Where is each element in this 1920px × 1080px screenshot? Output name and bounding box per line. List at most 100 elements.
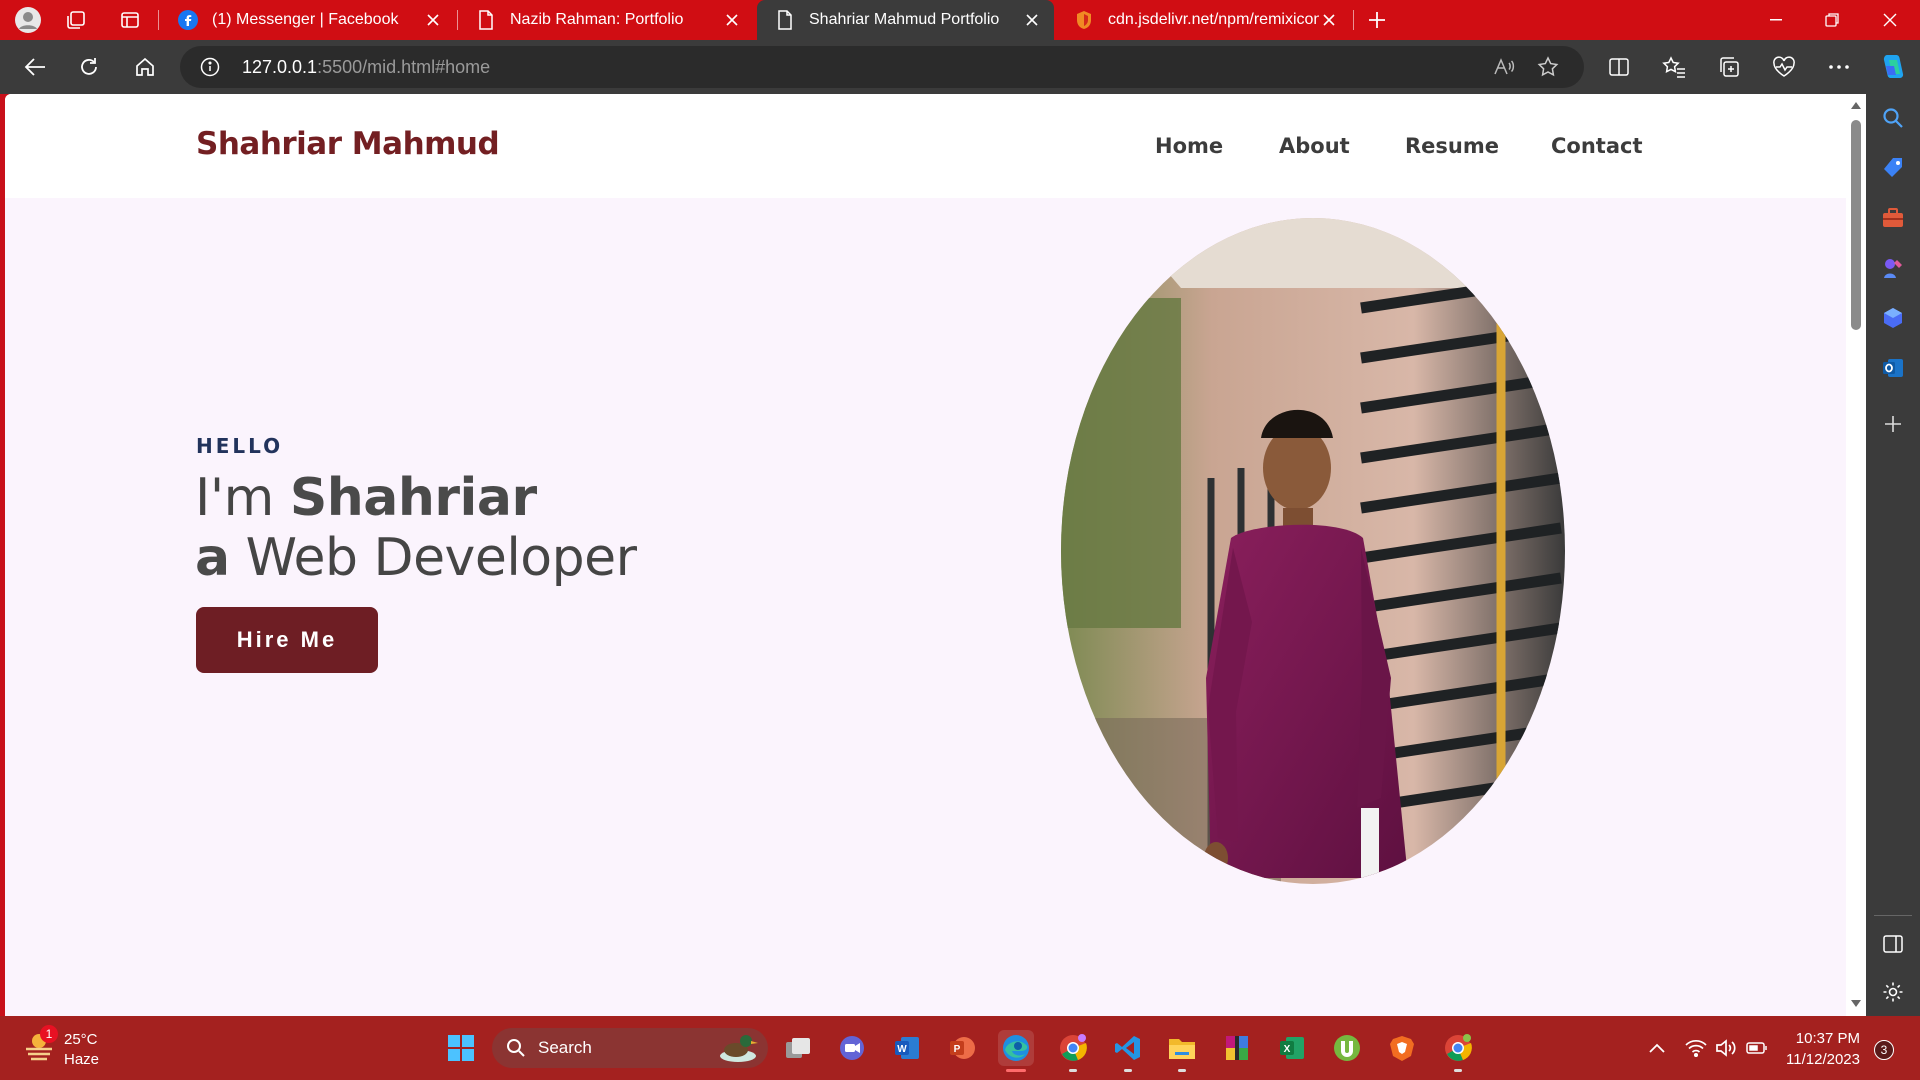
- tab-strip: (1) Messenger | Facebook Nazib Rahman: P…: [0, 0, 1920, 40]
- scroll-thumb[interactable]: [1851, 120, 1861, 330]
- back-icon[interactable]: [20, 52, 50, 82]
- sidebar-toggle-icon[interactable]: [1879, 930, 1907, 958]
- hire-me-button[interactable]: Hire Me: [196, 607, 378, 673]
- tab-shahriar-portfolio[interactable]: Shahriar Mahmud Portfolio: [757, 0, 1054, 40]
- refresh-icon[interactable]: [74, 52, 104, 82]
- split-screen-icon[interactable]: [1604, 52, 1634, 82]
- scroll-down-icon[interactable]: [1851, 1000, 1861, 1008]
- close-window-icon[interactable]: [1862, 0, 1918, 40]
- notification-count-badge[interactable]: 3: [1874, 1040, 1894, 1060]
- site-brand[interactable]: Shahriar Mahmud: [196, 126, 500, 162]
- weather-widget[interactable]: 1 25°C Haze: [22, 1025, 99, 1068]
- tab-title: Shahriar Mahmud Portfolio: [809, 11, 1000, 28]
- tab-title: cdn.jsdelivr.net/npm/remixicon@: [1108, 11, 1319, 28]
- shopping-tag-icon[interactable]: [1879, 154, 1907, 182]
- shield-icon: [1074, 10, 1094, 30]
- file-explorer-icon[interactable]: [1164, 1030, 1200, 1072]
- page-viewport: Shahriar Mahmud Home About Resume Contac…: [5, 94, 1850, 1016]
- vertical-tabs-icon[interactable]: [116, 6, 144, 34]
- search-icon: [507, 1039, 525, 1057]
- windows-taskbar: 1 25°C Haze Search W P X 10:37 PM 11/12/…: [0, 1016, 1920, 1080]
- clock-time: 10:37 PM: [1795, 1030, 1860, 1047]
- games-icon[interactable]: [1879, 254, 1907, 282]
- svg-text:X: X: [1284, 1044, 1291, 1055]
- winrar-icon[interactable]: [1219, 1030, 1255, 1066]
- close-icon[interactable]: [1022, 10, 1042, 30]
- weather-temp: 25°C: [64, 1031, 98, 1048]
- edge-browser-icon[interactable]: [998, 1030, 1034, 1072]
- volume-icon[interactable]: [1714, 1036, 1738, 1060]
- settings-gear-icon[interactable]: [1879, 978, 1907, 1006]
- more-options-icon[interactable]: [1824, 52, 1854, 82]
- search-highlight-duck-icon: [720, 1035, 758, 1062]
- word-icon[interactable]: W: [889, 1030, 925, 1066]
- favorites-icon[interactable]: [1659, 52, 1689, 82]
- close-icon[interactable]: [722, 10, 742, 30]
- close-icon[interactable]: [1319, 10, 1339, 30]
- facebook-icon: [178, 10, 198, 30]
- svg-text:P: P: [954, 1044, 961, 1055]
- battery-icon[interactable]: [1745, 1036, 1769, 1060]
- page-scrollbar[interactable]: [1846, 94, 1866, 1016]
- microsoft-365-icon[interactable]: [1879, 304, 1907, 332]
- hero-greeting: HELLO: [196, 434, 284, 458]
- system-clock[interactable]: 10:37 PM 11/12/2023: [1780, 1030, 1860, 1068]
- restore-icon[interactable]: [1804, 0, 1860, 40]
- address-bar[interactable]: 127.0.0.1:5500/mid.html#home: [180, 46, 1584, 88]
- site-info-icon[interactable]: [200, 57, 220, 82]
- page-icon: [476, 10, 496, 30]
- weather-badge: 1: [40, 1025, 58, 1043]
- vscode-icon[interactable]: [1110, 1030, 1146, 1072]
- wifi-icon[interactable]: [1684, 1036, 1708, 1060]
- add-icon[interactable]: [1879, 410, 1907, 438]
- nav-contact[interactable]: Contact: [1551, 134, 1643, 158]
- clock-date: 11/12/2023: [1786, 1051, 1860, 1068]
- scroll-up-icon[interactable]: [1851, 102, 1861, 110]
- tab-jsdelivr[interactable]: cdn.jsdelivr.net/npm/remixicon@: [1056, 0, 1351, 40]
- chrome-icon[interactable]: [1055, 1030, 1091, 1072]
- teams-chat-icon[interactable]: [834, 1030, 870, 1066]
- copilot-icon[interactable]: [1877, 52, 1907, 82]
- profile-avatar-icon[interactable]: [14, 6, 42, 34]
- browser-toolbar: 127.0.0.1:5500/mid.html#home: [0, 40, 1920, 94]
- powerpoint-icon[interactable]: P: [944, 1030, 980, 1066]
- weather-condition: Haze: [64, 1051, 100, 1068]
- workspaces-icon[interactable]: [62, 6, 90, 34]
- read-aloud-icon[interactable]: [1492, 55, 1516, 79]
- show-hidden-icons-chevron-icon[interactable]: [1645, 1036, 1669, 1060]
- tab-nazib-portfolio[interactable]: Nazib Rahman: Portfolio: [458, 0, 754, 40]
- hero-section: HELLO I'm Shahriar a Web Developer Hire …: [5, 198, 1850, 1016]
- nav-home[interactable]: Home: [1155, 134, 1223, 158]
- hero-headline-line2: a Web Developer: [195, 528, 637, 588]
- task-view-icon[interactable]: [780, 1030, 816, 1066]
- profile-photo: [1061, 218, 1565, 884]
- utorrent-icon[interactable]: [1329, 1030, 1365, 1066]
- search-icon[interactable]: [1879, 104, 1907, 132]
- hero-headline-line1: I'm Shahriar: [195, 468, 537, 528]
- svg-text:W: W: [897, 1044, 907, 1055]
- outlook-icon[interactable]: [1879, 354, 1907, 382]
- url-text: 127.0.0.1:5500/mid.html#home: [242, 57, 491, 77]
- divider: [1874, 915, 1912, 916]
- nav-about[interactable]: About: [1279, 134, 1350, 158]
- start-windows-icon[interactable]: [443, 1030, 479, 1066]
- brave-browser-icon[interactable]: [1384, 1030, 1420, 1066]
- close-icon[interactable]: [423, 10, 443, 30]
- new-tab-icon[interactable]: [1363, 6, 1391, 34]
- minimize-icon[interactable]: [1748, 0, 1804, 40]
- chrome-profile-icon[interactable]: [1440, 1030, 1476, 1072]
- collections-icon[interactable]: [1714, 52, 1744, 82]
- tab-messenger[interactable]: (1) Messenger | Facebook: [160, 0, 455, 40]
- nav-resume[interactable]: Resume: [1405, 134, 1499, 158]
- page-icon: [775, 10, 795, 30]
- taskbar-search[interactable]: Search: [492, 1028, 768, 1068]
- browser-essentials-icon[interactable]: [1769, 52, 1799, 82]
- favorite-star-icon[interactable]: [1536, 55, 1560, 79]
- site-header: Shahriar Mahmud Home About Resume Contac…: [5, 94, 1850, 198]
- excel-icon[interactable]: X: [1274, 1030, 1310, 1066]
- home-icon[interactable]: [130, 52, 160, 82]
- tab-title: (1) Messenger | Facebook: [212, 11, 399, 28]
- search-label: Search: [538, 1038, 592, 1057]
- edge-sidebar: [1866, 94, 1920, 1016]
- tools-icon[interactable]: [1879, 204, 1907, 232]
